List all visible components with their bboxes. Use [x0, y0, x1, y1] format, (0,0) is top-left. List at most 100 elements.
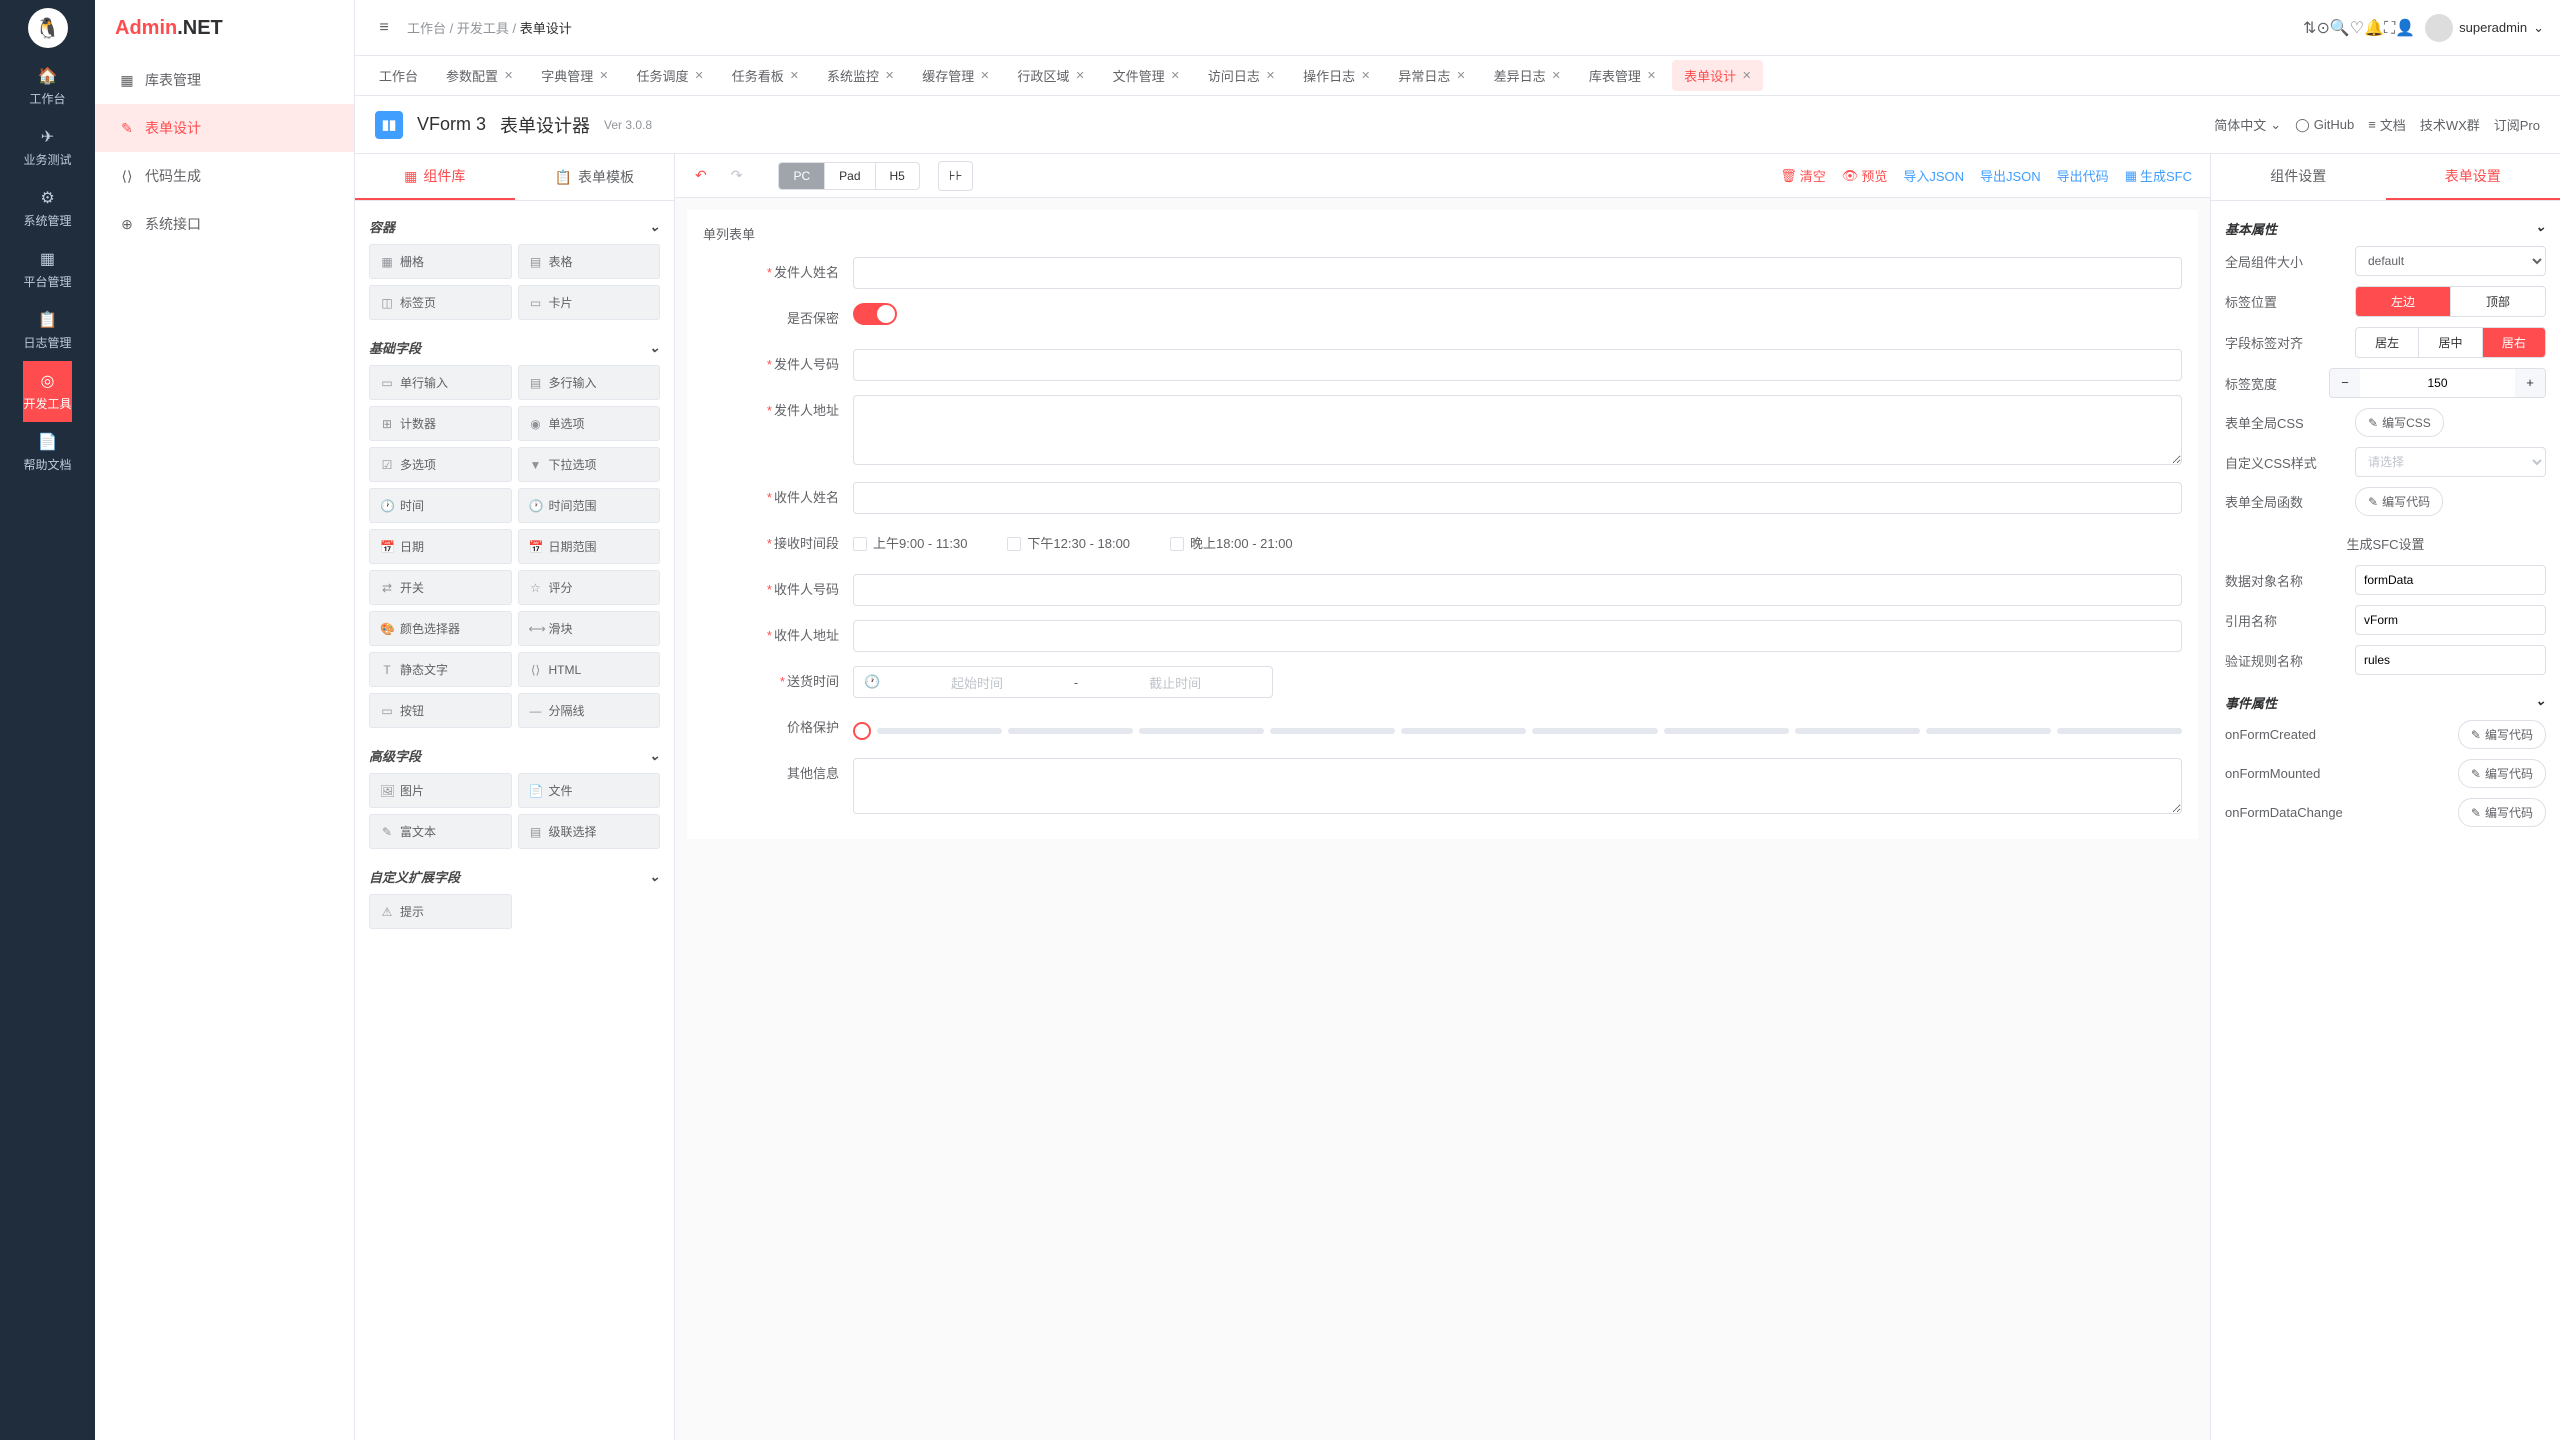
close-icon[interactable]: ✕: [504, 69, 513, 82]
confidential-switch[interactable]: [853, 303, 897, 325]
widget-颜色选择器[interactable]: 🎨颜色选择器: [369, 611, 512, 646]
close-icon[interactable]: ✕: [1742, 69, 1751, 82]
section-高级字段[interactable]: 高级字段⌄: [369, 738, 660, 773]
label-align-group[interactable]: 居左 居中 居右: [2355, 327, 2546, 358]
tab-差异日志[interactable]: 差异日志✕: [1482, 60, 1573, 91]
section-自定义扩展字段[interactable]: 自定义扩展字段⌄: [369, 859, 660, 894]
label-pos-top[interactable]: 顶部: [2451, 287, 2545, 316]
prop-tab-表单设置[interactable]: 表单设置: [2386, 154, 2560, 200]
action-导出代码[interactable]: 导出代码: [2051, 166, 2115, 185]
undo-button[interactable]: ↶: [687, 163, 715, 188]
tab-异常日志[interactable]: 异常日志✕: [1386, 60, 1477, 91]
menu-表单设计[interactable]: ✎表单设计: [95, 104, 354, 152]
section-基础字段[interactable]: 基础字段⌄: [369, 330, 660, 365]
widget-提示[interactable]: ⚠提示: [369, 894, 512, 929]
nav-帮助文档[interactable]: 📄帮助文档: [23, 422, 71, 483]
rules-name-input[interactable]: [2355, 645, 2546, 675]
close-icon[interactable]: ✕: [885, 69, 894, 82]
wx-link[interactable]: 技术WX群: [2420, 115, 2480, 134]
widget-静态文字[interactable]: T静态文字: [369, 652, 512, 687]
close-icon[interactable]: ✕: [599, 69, 608, 82]
time-option[interactable]: 晚上18:00 - 21:00: [1170, 528, 1293, 560]
widget-多选项[interactable]: ☑多选项: [369, 447, 512, 482]
action-导出JSON[interactable]: 导出JSON: [1974, 166, 2047, 185]
hamburger-icon[interactable]: ≡: [371, 19, 397, 37]
basic-props-header[interactable]: 基本属性⌄: [2225, 211, 2546, 246]
sender-phone-input[interactable]: [853, 349, 2182, 381]
tab-任务看板[interactable]: 任务看板✕: [720, 60, 811, 91]
menu-系统接口[interactable]: ⊕系统接口: [95, 200, 354, 248]
action-生成SFC[interactable]: ▦生成SFC: [2119, 166, 2198, 185]
tab-访问日志[interactable]: 访问日志✕: [1196, 60, 1287, 91]
label-pos-left[interactable]: 左边: [2356, 287, 2451, 316]
widget-时间范围[interactable]: 🕐时间范围: [518, 488, 661, 523]
increment-button[interactable]: +: [2515, 369, 2545, 397]
tab-字典管理[interactable]: 字典管理✕: [529, 60, 620, 91]
widget-时间[interactable]: 🕐时间: [369, 488, 512, 523]
close-icon[interactable]: ✕: [1647, 69, 1656, 82]
widget-图片[interactable]: 🖼图片: [369, 773, 512, 808]
device-PC[interactable]: PC: [779, 163, 825, 189]
widget-表格[interactable]: ▤表格: [518, 244, 661, 279]
recv-addr-input[interactable]: [853, 620, 2182, 652]
language-selector[interactable]: 简体中文⌄: [2214, 115, 2281, 134]
label-width-input[interactable]: [2360, 369, 2515, 397]
close-icon[interactable]: ✕: [1552, 69, 1561, 82]
tab-行政区域[interactable]: 行政区域✕: [1005, 60, 1096, 91]
sender-name-input[interactable]: [853, 257, 2182, 289]
custom-css-select[interactable]: 请选择: [2355, 447, 2546, 477]
widget-按钮[interactable]: ▭按钮: [369, 693, 512, 728]
label-position-group[interactable]: 左边 顶部: [2355, 286, 2546, 317]
top-action-icon[interactable]: ⇅: [2303, 20, 2316, 37]
tree-button[interactable]: ⊦⊦: [938, 161, 974, 191]
widget-级联选择[interactable]: ▤级联选择: [518, 814, 661, 849]
menu-代码生成[interactable]: ⟨⟩代码生成: [95, 152, 354, 200]
lib-tab-组件库[interactable]: ▦组件库: [355, 154, 515, 200]
widget-富文本[interactable]: ✎富文本: [369, 814, 512, 849]
widget-多行输入[interactable]: ▤多行输入: [518, 365, 661, 400]
widget-单选项[interactable]: ◉单选项: [518, 406, 661, 441]
close-icon[interactable]: ✕: [790, 69, 799, 82]
menu-库表管理[interactable]: ▦库表管理: [95, 56, 354, 104]
action-预览[interactable]: 👁预览: [1836, 166, 1894, 185]
close-icon[interactable]: ✕: [1456, 69, 1465, 82]
widget-栅格[interactable]: ▦栅格: [369, 244, 512, 279]
nav-日志管理[interactable]: 📋日志管理: [23, 300, 71, 361]
event-onFormDataChange-button[interactable]: ✎编写代码: [2458, 798, 2546, 827]
other-textarea[interactable]: [853, 758, 2182, 814]
tab-参数配置[interactable]: 参数配置✕: [434, 60, 525, 91]
recv-phone-input[interactable]: [853, 574, 2182, 606]
github-link[interactable]: ◯GitHub: [2295, 117, 2354, 133]
align-left[interactable]: 居左: [2356, 328, 2419, 357]
section-容器[interactable]: 容器⌄: [369, 209, 660, 244]
top-action-icon[interactable]: ⛶: [2384, 20, 2395, 37]
global-size-select[interactable]: default: [2355, 246, 2546, 276]
top-action-icon[interactable]: 🔍: [2330, 20, 2350, 37]
recv-name-input[interactable]: [853, 482, 2182, 514]
close-icon[interactable]: ✕: [1361, 69, 1370, 82]
sender-addr-textarea[interactable]: [853, 395, 2182, 465]
action-导入JSON[interactable]: 导入JSON: [1897, 166, 1970, 185]
prop-tab-组件设置[interactable]: 组件设置: [2211, 154, 2386, 200]
widget-标签页[interactable]: ◫标签页: [369, 285, 512, 320]
form-canvas[interactable]: 单列表单 *发件人姓名 是否保密 *发件人号码 *发件人地址 *收件人姓名 *接…: [675, 198, 2210, 1440]
action-清空[interactable]: 🗑清空: [1774, 166, 1832, 185]
widget-日期[interactable]: 📅日期: [369, 529, 512, 564]
docs-link[interactable]: ≡文档: [2368, 115, 2406, 134]
widget-分隔线[interactable]: —分隔线: [518, 693, 661, 728]
device-H5[interactable]: H5: [876, 163, 919, 189]
widget-单行输入[interactable]: ▭单行输入: [369, 365, 512, 400]
top-action-icon[interactable]: 👤: [2395, 20, 2415, 37]
price-protect-slider[interactable]: [853, 712, 2182, 740]
nav-系统管理[interactable]: ⚙系统管理: [23, 178, 71, 239]
event-props-header[interactable]: 事件属性⌄: [2225, 685, 2546, 720]
tab-操作日志[interactable]: 操作日志✕: [1291, 60, 1382, 91]
widget-滑块[interactable]: ⟷滑块: [518, 611, 661, 646]
event-onFormCreated-button[interactable]: ✎编写代码: [2458, 720, 2546, 749]
widget-开关[interactable]: ⇄开关: [369, 570, 512, 605]
time-option[interactable]: 下午12:30 - 18:00: [1007, 528, 1130, 560]
top-action-icon[interactable]: ♡: [2350, 20, 2364, 37]
time-option[interactable]: 上午9:00 - 11:30: [853, 528, 967, 560]
close-icon[interactable]: ✕: [1266, 69, 1275, 82]
nav-业务测试[interactable]: ✈业务测试: [23, 117, 71, 178]
